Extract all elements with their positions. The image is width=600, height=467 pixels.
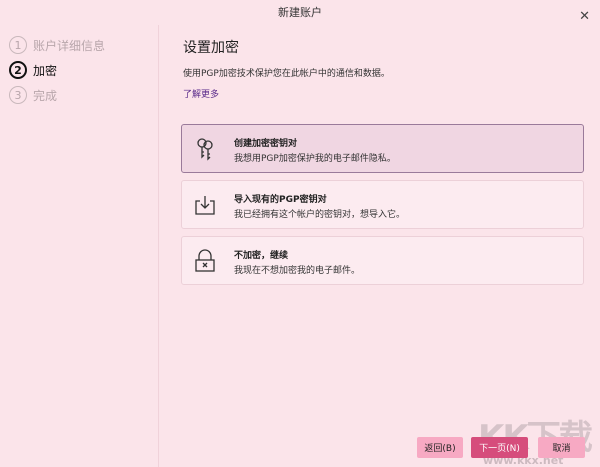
option-import-keypair[interactable]: 导入现有的PGP密钥对 我已经拥有这个帐户的密钥对，想导入它。 [181, 180, 584, 229]
window-title: 新建账户 [278, 6, 322, 19]
unlocked-icon [195, 249, 215, 272]
keys-icon [197, 138, 213, 161]
description: 使用PGP加密技术保护您在此帐户中的通信和数据。 [183, 69, 390, 79]
back-button[interactable]: 返回(B) [417, 437, 463, 458]
step-number: 3 [9, 86, 27, 104]
option-subtitle: 我现在不想加密我的电子邮件。 [234, 266, 361, 276]
step-label: 完成 [33, 88, 58, 103]
step-encryption: 2 加密 [9, 60, 57, 80]
cancel-button[interactable]: 取消 [538, 437, 585, 458]
title-bar: 新建账户 ✕ [0, 0, 600, 25]
option-title: 不加密，继续 [234, 251, 289, 261]
page-title: 设置加密 [183, 40, 239, 56]
step-account-details: 1 账户详细信息 [9, 35, 105, 55]
option-title: 创建加密密钥对 [234, 139, 298, 149]
learn-more-link[interactable]: 了解更多 [183, 87, 219, 100]
option-create-keypair[interactable]: 创建加密密钥对 我想用PGP加密保护我的电子邮件隐私。 [181, 124, 584, 173]
step-finish: 3 完成 [9, 85, 57, 105]
step-number: 2 [9, 61, 27, 79]
option-subtitle: 我已经拥有这个帐户的密钥对，想导入它。 [234, 210, 406, 220]
close-icon[interactable]: ✕ [579, 4, 590, 29]
steps-sidebar: 1 账户详细信息 2 加密 3 完成 [0, 25, 159, 467]
next-button[interactable]: 下一页(N) [471, 437, 528, 458]
option-no-encryption[interactable]: 不加密，继续 我现在不想加密我的电子邮件。 [181, 236, 584, 285]
step-label: 账户详细信息 [33, 38, 106, 53]
option-title: 导入现有的PGP密钥对 [234, 195, 327, 205]
step-number: 1 [9, 36, 27, 54]
step-label: 加密 [33, 63, 58, 78]
option-subtitle: 我想用PGP加密保护我的电子邮件隐私。 [234, 154, 396, 164]
import-icon [195, 196, 215, 215]
